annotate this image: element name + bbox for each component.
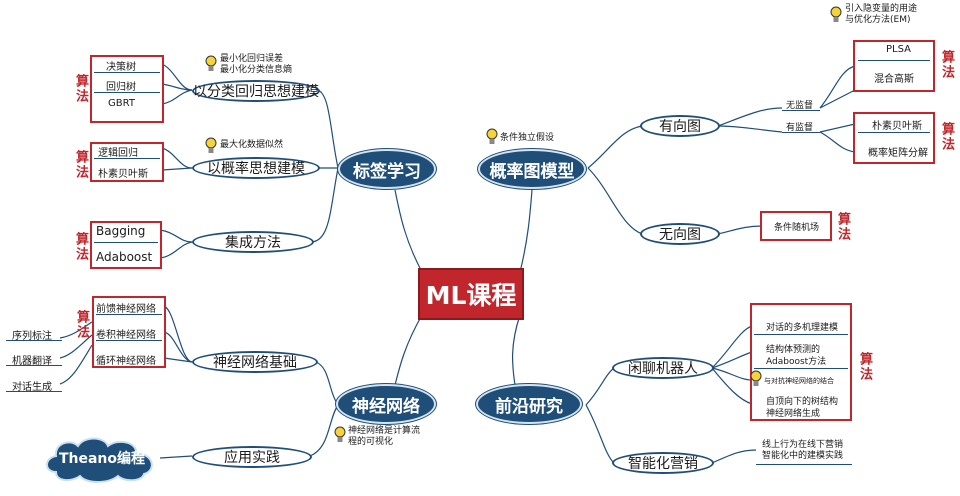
- note-text: 引入隐变量的用途 与优化方法(EM): [845, 4, 918, 25]
- algo-tag: 算法: [939, 122, 954, 152]
- sub-node-ensemble[interactable]: 集成方法: [192, 231, 314, 253]
- main-node-pgm[interactable]: 概率图模型: [478, 149, 586, 189]
- list-item: 朴素贝叶斯: [872, 121, 922, 132]
- mind-map: ML课程 标签学习 神经网络 概率图模型 前沿研究 以分类回归思想建模 以概率思…: [0, 0, 960, 496]
- note-text: 条件独立假设: [500, 133, 555, 143]
- list-item: 条件随机场: [774, 223, 820, 233]
- list-item: 决策树: [106, 62, 136, 73]
- center-node[interactable]: ML课程: [418, 268, 524, 320]
- main-node-neural-net[interactable]: 神经网络: [336, 384, 436, 424]
- cloud-label[interactable]: Theano编程: [42, 444, 162, 472]
- note-text: 神经网络是计算流 程的可视化: [348, 426, 421, 447]
- algo-tag: 算法: [73, 232, 88, 262]
- note-text: 最小化回归误差 最小化分类信息熵: [220, 54, 293, 75]
- list-item: 前馈神经网络: [96, 304, 156, 315]
- main-node-label-learning[interactable]: 标签学习: [338, 149, 436, 189]
- lightbulb-icon: [205, 55, 217, 71]
- list-item: 回归树: [106, 82, 136, 93]
- list-item: Adaboost: [96, 250, 153, 264]
- sub-node-classification[interactable]: 以分类回归思想建模: [192, 80, 320, 102]
- algo-tag: 算法: [939, 50, 954, 80]
- main-node-frontier[interactable]: 前沿研究: [476, 384, 582, 424]
- list-item: Adaboost方法: [766, 357, 827, 367]
- algo-tag: 算法: [857, 352, 872, 382]
- algo-tag: 算法: [73, 150, 88, 180]
- list-item: 神经网络生成: [766, 409, 821, 419]
- sub-node-marketing[interactable]: 智能化营销: [612, 452, 714, 474]
- lightbulb-icon: [205, 137, 217, 153]
- sub-node-practice[interactable]: 应用实践: [192, 446, 312, 468]
- note-text: 线上行为在线下营销 智能化中的建模实践: [762, 440, 844, 461]
- lightbulb-icon: [830, 6, 842, 22]
- sub-node-undirected[interactable]: 无向图: [640, 223, 720, 245]
- lightbulb-icon: [750, 370, 762, 386]
- list-item: Bagging: [96, 224, 146, 238]
- list-item: 朴素贝叶斯: [98, 169, 148, 180]
- list-item: 循环神经网络: [96, 356, 156, 367]
- note-text: 与对抗神经网络的结合: [764, 377, 834, 385]
- lightbulb-icon: [486, 128, 498, 144]
- sub-node-directed[interactable]: 有向图: [640, 115, 720, 137]
- list-item: 混合高斯: [874, 74, 914, 85]
- note-text: 最大化数据似然: [220, 140, 284, 150]
- sub-node-chatbot[interactable]: 闲聊机器人: [612, 357, 714, 379]
- sub-node-nn-basics[interactable]: 神经网络基础: [192, 351, 318, 373]
- list-item: 概率矩阵分解: [868, 148, 928, 159]
- lightbulb-icon: [334, 426, 346, 442]
- algo-tag: 算法: [835, 212, 850, 242]
- sub-node-probability[interactable]: 以概率思想建模: [192, 157, 320, 179]
- list-item: PLSA: [886, 44, 911, 55]
- algo-tag: 算法: [73, 74, 88, 104]
- list-item: 逻辑回归: [98, 148, 138, 159]
- list-item: 对话的多机理建模: [766, 323, 839, 333]
- list-item: GBRT: [108, 98, 135, 109]
- list-item: 卷积神经网络: [96, 330, 156, 341]
- algo-tag: 算法: [74, 310, 89, 340]
